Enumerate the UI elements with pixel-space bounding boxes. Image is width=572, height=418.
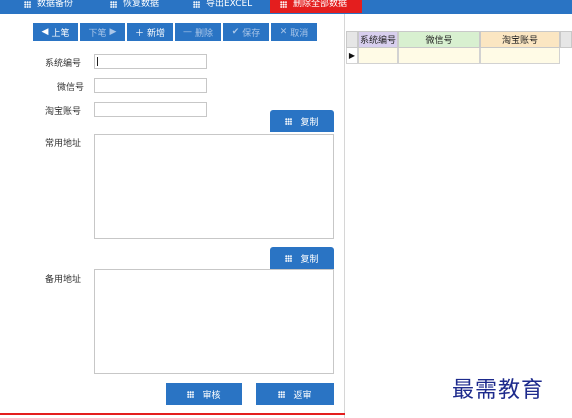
approve-label: 审核	[202, 390, 221, 401]
grid-icon	[193, 0, 200, 8]
unapprove-button[interactable]: 返审	[256, 383, 334, 405]
grid-icon	[285, 254, 293, 262]
next-record-button[interactable]: 下笔 ▶	[80, 23, 125, 41]
tab-label: 恢复数据	[123, 0, 160, 9]
copy-backup-address-button[interactable]: 复制	[270, 247, 334, 269]
column-header-taobao[interactable]: 淘宝账号	[480, 31, 560, 48]
top-tab-bar: 数据备份 恢复数据 导出EXCEL 删除全部数据	[0, 0, 572, 14]
table-cell[interactable]	[480, 48, 560, 64]
data-grid: 系统编号 微信号 淘宝账号 ▶	[346, 14, 572, 418]
grid-icon	[187, 390, 195, 398]
prev-label: 上笔	[51, 28, 70, 39]
watermark-text: 最需教育	[452, 378, 545, 403]
tab-delete-all-data[interactable]: 删除全部数据	[270, 0, 362, 13]
check-icon: ✔	[231, 27, 240, 37]
taobao-field[interactable]	[94, 102, 207, 117]
prev-record-button[interactable]: ◀ 上笔	[33, 23, 78, 41]
current-row-arrow-icon: ▶	[348, 51, 356, 60]
copy-main-address-button[interactable]: 复制	[270, 110, 334, 132]
save-button[interactable]: ✔ 保存	[223, 23, 269, 41]
system-id-field[interactable]	[94, 54, 207, 69]
delete-label: 删除	[194, 28, 213, 39]
grid-icon	[285, 117, 293, 125]
copy-label: 复制	[300, 117, 319, 128]
tab-label: 删除全部数据	[293, 0, 348, 9]
text-caret	[97, 57, 98, 66]
minus-icon: —	[182, 27, 192, 37]
add-label: 新增	[147, 28, 166, 39]
taobao-label: 淘宝账号	[45, 107, 82, 117]
cancel-button[interactable]: ✕ 取消	[271, 23, 317, 41]
tab-restore-data[interactable]: 恢复数据	[100, 0, 169, 13]
add-button[interactable]: ＋ 新增	[127, 23, 173, 41]
grid-icon	[280, 0, 287, 8]
grid-icon	[110, 0, 117, 8]
cancel-label: 取消	[290, 28, 309, 39]
close-icon: ✕	[279, 27, 288, 37]
bottom-accent-line	[0, 413, 345, 415]
triangle-right-icon: ▶	[109, 27, 117, 37]
tab-label: 导出EXCEL	[206, 0, 253, 9]
system-id-label: 系统编号	[45, 59, 82, 69]
triangle-left-icon: ◀	[41, 27, 49, 37]
delete-button[interactable]: — 删除	[175, 23, 221, 41]
approve-button[interactable]: 审核	[166, 383, 242, 405]
tab-label: 数据备份	[37, 0, 74, 9]
wechat-label: 微信号	[57, 83, 85, 93]
backup-address-label: 备用地址	[45, 275, 82, 285]
main-address-textarea[interactable]	[94, 134, 334, 239]
backup-address-textarea[interactable]	[94, 269, 334, 374]
table-cell[interactable]	[358, 48, 398, 64]
copy-label: 复制	[300, 254, 319, 265]
next-label: 下笔	[88, 28, 107, 39]
table-cell[interactable]	[398, 48, 480, 64]
main-address-label: 常用地址	[45, 139, 82, 149]
tab-data-backup[interactable]: 数据备份	[14, 0, 83, 13]
tab-export-excel[interactable]: 导出EXCEL	[183, 0, 262, 13]
column-header-wechat[interactable]: 微信号	[398, 31, 480, 48]
plus-icon: ＋	[134, 28, 144, 39]
save-label: 保存	[242, 28, 261, 39]
grid-icon	[278, 390, 286, 398]
form-panel: ◀ 上笔 下笔 ▶ ＋ 新增 — 删除 ✔ 保存 ✕ 取消 系统编号 微信号 淘…	[0, 14, 345, 418]
row-indicator[interactable]: ▶	[346, 48, 358, 64]
grid-icon	[24, 0, 31, 8]
column-header-system-id[interactable]: 系统编号	[358, 31, 398, 48]
grid-corner-header	[346, 31, 358, 48]
unapprove-label: 返审	[293, 390, 312, 401]
column-header-overflow	[560, 31, 572, 48]
wechat-field[interactable]	[94, 78, 207, 93]
